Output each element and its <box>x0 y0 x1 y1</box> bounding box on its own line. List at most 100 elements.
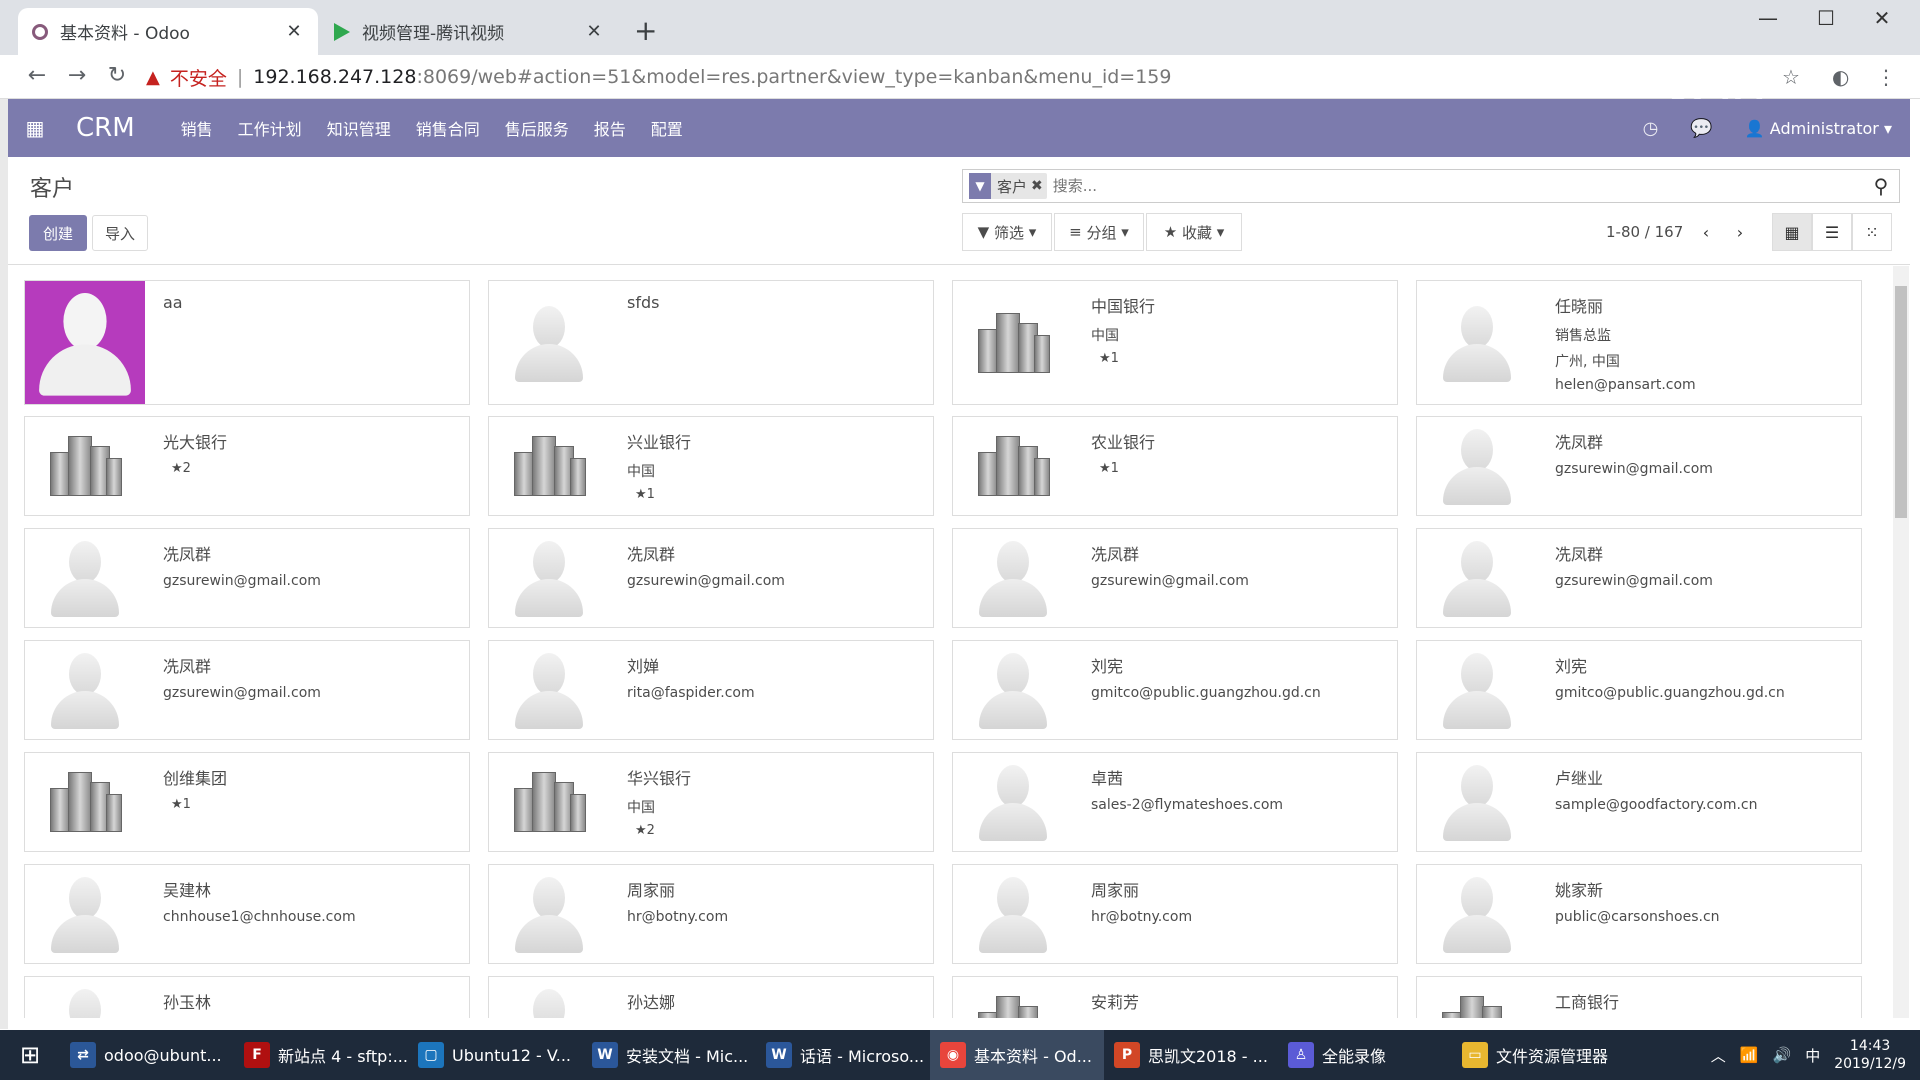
list-view-icon[interactable]: ☰ <box>1812 213 1852 251</box>
taskbar-app[interactable]: ▢ Ubuntu12 - V... <box>408 1030 582 1080</box>
forward-icon[interactable]: → <box>62 63 92 88</box>
opportunity-count[interactable]: ★1 <box>635 487 925 502</box>
partner-card[interactable]: 冼凤群 gzsurewin@gmail.com <box>1416 416 1862 516</box>
tray-expand-icon[interactable]: ︿ <box>1711 1045 1726 1066</box>
pager-previous-icon[interactable]: ‹ <box>1689 213 1723 251</box>
taskbar-app[interactable]: W 安装文档 - Mic... <box>582 1030 756 1080</box>
scrollbar[interactable] <box>1893 266 1909 1018</box>
menu-config[interactable]: 配置 <box>651 116 683 140</box>
taskbar-app[interactable]: W 话语 - Microso... <box>756 1030 930 1080</box>
menu-reports[interactable]: 报告 <box>594 116 626 140</box>
partner-card[interactable]: 吴建林 chnhouse1@chnhouse.com <box>24 864 470 964</box>
taskbar-app[interactable]: ♙ 全能录像 <box>1278 1030 1452 1080</box>
partner-card[interactable]: 农业银行 ★1 <box>952 416 1398 516</box>
menu-work-plan[interactable]: 工作计划 <box>238 116 302 140</box>
import-button[interactable]: 导入 <box>92 215 148 251</box>
security-warning[interactable]: 不安全 <box>170 64 227 91</box>
avatar-image <box>1417 753 1537 851</box>
activity-clock-icon[interactable]: ◷ <box>1643 118 1659 139</box>
star-icon: ★ <box>1163 223 1182 241</box>
partner-card[interactable]: 冼凤群 gzsurewin@gmail.com <box>24 640 470 740</box>
maximize-icon[interactable]: ☐ <box>1806 6 1846 30</box>
network-icon[interactable]: 📶 <box>1740 1046 1759 1064</box>
partner-card[interactable]: 冼凤群 gzsurewin@gmail.com <box>1416 528 1862 628</box>
warning-icon: ▲ <box>146 66 160 88</box>
windows-start-icon[interactable]: ⊞ <box>0 1041 60 1069</box>
opportunity-count[interactable]: ★1 <box>1099 461 1389 476</box>
clock[interactable]: 14:43 2019/12/9 <box>1834 1037 1906 1073</box>
kanban-view-icon[interactable]: ▦ <box>1772 213 1812 251</box>
opportunity-count-value: 1 <box>182 797 191 812</box>
partner-card[interactable]: 任晓丽 销售总监 广州, 中国 helen@pansart.com <box>1416 280 1862 405</box>
partner-card[interactable]: 周家丽 hr@botny.com <box>488 864 934 964</box>
partner-card[interactable]: 刘婵 rita@faspider.com <box>488 640 934 740</box>
scrollbar-thumb[interactable] <box>1895 286 1907 518</box>
taskbar-app[interactable]: ▭ 文件资源管理器 <box>1452 1030 1626 1080</box>
partner-card[interactable]: 工商银行 <box>1416 976 1862 1018</box>
apps-grid-icon[interactable]: ▦ <box>14 116 56 140</box>
partner-card[interactable]: 冼凤群 gzsurewin@gmail.com <box>952 528 1398 628</box>
partner-card[interactable]: 周家丽 hr@botny.com <box>952 864 1398 964</box>
tab-tencent-video[interactable]: 视频管理-腾讯视频 ✕ <box>320 8 618 55</box>
partner-card[interactable]: 创维集团 ★1 <box>24 752 470 852</box>
partner-card[interactable]: 孙达娜 <box>488 976 934 1018</box>
partner-card[interactable]: 安莉芳 <box>952 976 1398 1018</box>
partner-card[interactable]: 中国银行 中国 ★1 <box>952 280 1398 405</box>
browser-menu-icon[interactable]: ⋮ <box>1876 65 1896 89</box>
opportunity-count[interactable]: ★2 <box>171 461 461 476</box>
partner-card[interactable]: aa <box>24 280 470 405</box>
menu-after-sales[interactable]: 售后服务 <box>505 116 569 140</box>
search-icon[interactable]: ⚲ <box>1869 174 1893 198</box>
ime-indicator[interactable]: 中 <box>1805 1045 1820 1066</box>
search-input[interactable] <box>1046 177 1869 195</box>
partner-card[interactable]: 孙玉林 <box>24 976 470 1018</box>
close-tab-icon[interactable]: ✕ <box>284 21 304 42</box>
taskbar-app[interactable]: ⇄ odoo@ubunt... <box>60 1030 234 1080</box>
bookmark-star-icon[interactable]: ☆ <box>1782 65 1800 89</box>
create-button[interactable]: 创建 <box>29 215 87 251</box>
opportunity-count[interactable]: ★1 <box>171 797 461 812</box>
favorites-dropdown[interactable]: ★ 收藏 ▾ <box>1146 213 1242 251</box>
partner-card[interactable]: 刘宪 gmitco@public.guangzhou.gd.cn <box>1416 640 1862 740</box>
taskbar-app[interactable]: P 思凯文2018 - ... <box>1104 1030 1278 1080</box>
grid-view-icon[interactable]: ⁙ <box>1852 213 1892 251</box>
url-field[interactable]: ▲ 不安全 | 192.168.247.128:8069/web#action=… <box>146 61 1786 93</box>
profile-icon[interactable]: ◐ <box>1832 65 1849 89</box>
menu-sales[interactable]: 销售 <box>181 116 213 140</box>
volume-icon[interactable]: 🔊 <box>1773 1046 1792 1064</box>
window-close-icon[interactable]: ✕ <box>1862 6 1902 30</box>
partner-card[interactable]: 姚家新 public@carsonshoes.cn <box>1416 864 1862 964</box>
remove-facet-icon[interactable]: ✖ <box>1031 178 1047 194</box>
opportunity-count[interactable]: ★2 <box>635 823 925 838</box>
close-tab-icon[interactable]: ✕ <box>584 21 604 42</box>
pager-next-icon[interactable]: › <box>1723 213 1757 251</box>
partner-card[interactable]: 刘宪 gmitco@public.guangzhou.gd.cn <box>952 640 1398 740</box>
menu-contracts[interactable]: 销售合同 <box>416 116 480 140</box>
partner-card[interactable]: 光大银行 ★2 <box>24 416 470 516</box>
opportunity-count[interactable]: ★1 <box>1099 351 1389 366</box>
partner-card[interactable]: sfds <box>488 280 934 405</box>
groupby-dropdown[interactable]: ≡ 分组 ▾ <box>1054 213 1144 251</box>
menu-knowledge[interactable]: 知识管理 <box>327 116 391 140</box>
minimize-icon[interactable]: — <box>1748 6 1788 30</box>
messages-icon[interactable]: 💬 <box>1690 118 1712 139</box>
back-icon[interactable]: ← <box>22 63 52 88</box>
tab-odoo[interactable]: 基本资料 - Odoo ✕ <box>18 8 318 55</box>
taskbar-app[interactable]: F 新站点 4 - sftp:... <box>234 1030 408 1080</box>
partner-name: 冼凤群 <box>163 545 212 564</box>
partner-card[interactable]: 兴业银行 中国 ★1 <box>488 416 934 516</box>
filters-dropdown[interactable]: ▼ 筛选 ▾ <box>962 213 1052 251</box>
partner-card[interactable]: 冼凤群 gzsurewin@gmail.com <box>488 528 934 628</box>
app-brand[interactable]: CRM <box>76 113 135 143</box>
avatar-image <box>489 529 609 627</box>
user-menu[interactable]: 👤 Administrator ▾ <box>1745 119 1892 138</box>
partner-name: 工商银行 <box>1555 993 1620 1012</box>
partner-card[interactable]: 卓茜 sales-2@flymateshoes.com <box>952 752 1398 852</box>
new-tab-button[interactable]: + <box>634 14 657 47</box>
taskbar-app[interactable]: ◉ 基本资料 - Od... <box>930 1030 1104 1080</box>
pager-value[interactable]: 1-80 / 167 <box>1606 223 1683 241</box>
partner-card[interactable]: 冼凤群 gzsurewin@gmail.com <box>24 528 470 628</box>
partner-card[interactable]: 华兴银行 中国 ★2 <box>488 752 934 852</box>
partner-card[interactable]: 卢继业 sample@goodfactory.com.cn <box>1416 752 1862 852</box>
reload-icon[interactable]: ↻ <box>102 63 132 88</box>
